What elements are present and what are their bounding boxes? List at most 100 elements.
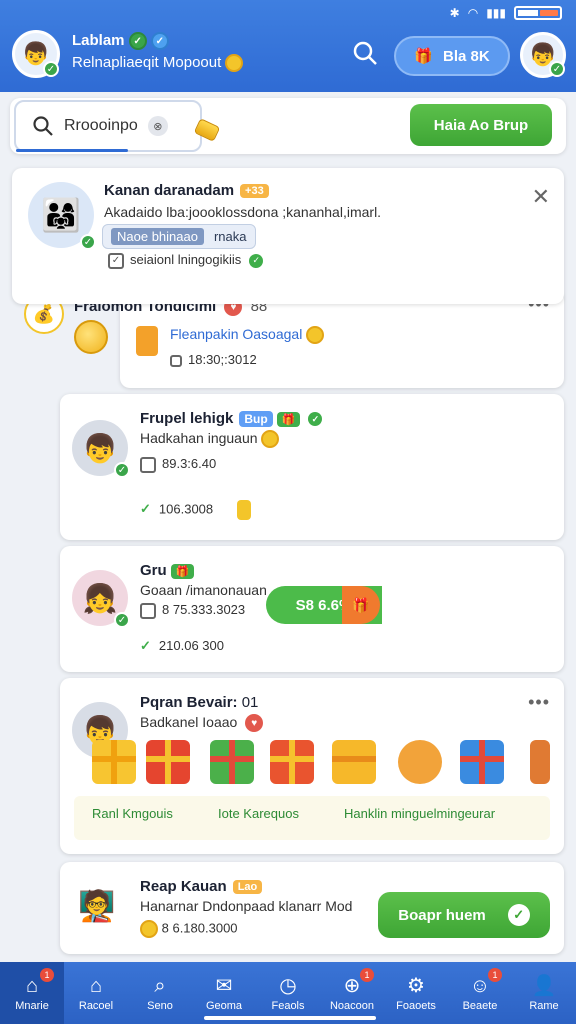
send-button[interactable]: Boapr huem ✓ [378, 892, 550, 938]
user-name: Lablam ✓ ✓ [72, 32, 169, 51]
chat-time: 89.3:6.40 [140, 456, 216, 473]
gift-box-icon[interactable] [270, 740, 314, 784]
home-indicator [204, 1016, 376, 1020]
gift-box-icon[interactable] [210, 740, 254, 784]
nav-label: Rame [529, 1000, 559, 1012]
user-subtitle: Relnapliaeqit Mopoout [72, 54, 244, 73]
coin-icon [261, 430, 280, 449]
search-underline [16, 149, 128, 152]
notification-badge: 1 [40, 968, 54, 982]
clear-icon[interactable]: ⊗ [147, 116, 168, 136]
nav-label: Foaoets [396, 1000, 436, 1012]
notification-badge: 1 [360, 968, 374, 982]
search-icon[interactable] [352, 40, 382, 70]
verified-icon: ✓ [114, 462, 130, 478]
chat-preview: Hanarnar Dndonpaad klanarr Mod [140, 898, 353, 914]
nav-home[interactable]: ⌂ Mnarie 1 [0, 962, 64, 1024]
chat-card[interactable]: 🧑‍🏫 Reap Kauan Lao Hanarnar Dndonpaad kla… [60, 862, 564, 954]
heart-icon: ♥ [245, 714, 264, 733]
calendar-icon [170, 354, 182, 367]
chat-preview: Akadaido lba:joooklossdona ;kananhal,ima… [104, 204, 382, 220]
more-icon[interactable]: ••• [528, 692, 550, 713]
gift-box-icon[interactable] [146, 740, 190, 784]
gift-card[interactable]: 👦 Pqran Bevair: 01 ••• Badkanel Ioaao ♥ … [60, 678, 564, 854]
folder-icon: ⌂ [89, 975, 103, 997]
nav-label: Mnarie [15, 1000, 49, 1012]
phone-icon [136, 326, 158, 356]
nav-settings[interactable]: ⚙ Foaoets [384, 962, 448, 1024]
contact-avatar[interactable]: 🧑‍🏫 [72, 878, 122, 934]
verified-icon: ✓ [43, 61, 59, 77]
treasure-icon[interactable] [332, 740, 376, 784]
checkbox-icon[interactable]: ✓ [108, 252, 124, 269]
status-chip[interactable]: Naoe bhinaao rnaka [102, 224, 256, 249]
contact-avatar[interactable]: 👦 ✓ [72, 420, 130, 478]
search-input[interactable]: Rroooinpo ⊗ [14, 100, 202, 152]
check-icon: ✓ [308, 412, 323, 427]
chat-preview: Hadkahan inguaun [140, 430, 280, 449]
nav-compass[interactable]: ◷ Feaols [256, 962, 320, 1024]
battery-icon [514, 6, 562, 20]
check-icon: ✓ [507, 904, 530, 926]
gift-tag-icon: 🎁 [170, 563, 195, 579]
globe-icon: ⊕ [343, 975, 361, 997]
chat-link[interactable]: Fleanpakin Oasoagal [170, 326, 325, 345]
gift-balance-button[interactable]: 🎁 Bla 8K [394, 36, 510, 76]
status-chip-text: rnaka [213, 229, 247, 244]
check-icon: ✓ [140, 501, 151, 517]
chip-line: ✓ seiaionl lningogikiis ✓ [108, 252, 264, 269]
notification-badge: 1 [488, 968, 502, 982]
gift-box-icon[interactable] [460, 740, 504, 784]
nav-folder[interactable]: ⌂ Racoel [64, 962, 128, 1024]
tag-badge: +33 [240, 184, 269, 199]
gift-label: Ranl Kmgouis [92, 806, 173, 821]
nav-search[interactable]: ⌕ Seno [128, 962, 192, 1024]
coin-icon [236, 500, 251, 520]
phone-icon [140, 602, 156, 619]
bluetooth-icon: ✱ [449, 6, 460, 20]
search-placeholder: Rroooinpo [64, 117, 138, 134]
user-avatar[interactable]: 👦 ✓ [12, 30, 60, 78]
coin-amount: ✓ 106.3008 [140, 500, 251, 520]
nav-smile[interactable]: ☺ Beaete 1 [448, 962, 512, 1024]
chat-preview: Goaan /imanonauan [140, 582, 267, 598]
coin-icon [306, 326, 325, 345]
status-bar: ✱ ◠ ▮▮▮ [450, 6, 562, 20]
nav-profile[interactable]: 👤 Rame [512, 962, 576, 1024]
tag-badge: Bup [239, 411, 273, 428]
add-group-button[interactable]: Haia Ao Brup [410, 104, 552, 146]
group-avatar[interactable]: 👨‍👩‍👧 ✓ [28, 182, 96, 250]
wifi-icon: ◠ [467, 6, 479, 20]
gift-tag-icon: 🎁 [276, 411, 301, 427]
home-icon: ⌂ [25, 975, 39, 997]
nav-globe[interactable]: ⊕ Noacoon 1 [320, 962, 384, 1024]
friend-avatar[interactable]: 👦 ✓ [520, 32, 566, 78]
avatar-face-icon: 🧑‍🏫 [78, 889, 116, 923]
coin-icon [140, 920, 158, 938]
chat-title: Pqran Bevair: 01 [140, 694, 259, 711]
phone-number: 8 6.180.3000 [140, 920, 238, 938]
mail-icon: ✉ [215, 975, 233, 997]
chat-title: Gru 🎁 [140, 562, 195, 579]
chat-card[interactable]: 👦 ✓ Frupel lehigk Bup 🎁 ✓ Hadkahan inguaun … [60, 394, 564, 540]
nav-label: Feaols [271, 1000, 305, 1012]
close-icon[interactable]: ✕ [532, 184, 550, 210]
verified-badge-icon: ✓ [128, 32, 147, 51]
chat-title: Frupel lehigk Bup 🎁 ✓ [140, 410, 323, 428]
nav-label: Beaete [462, 1000, 498, 1012]
nav-label: Seno [147, 1000, 173, 1012]
check-icon: ✓ [249, 253, 264, 268]
nav-mail[interactable]: ✉ Geoma [192, 962, 256, 1024]
gift-box-icon[interactable] [92, 740, 136, 784]
smile-icon: ☺ [469, 975, 491, 997]
bottom-nav: ⌂ Mnarie 1 ⌂ Racoel ⌕ Seno ✉ Geoma ◷ Fea… [0, 962, 576, 1024]
gift-pill-icon[interactable]: 🎁 [342, 586, 380, 624]
tag-badge: Lao [232, 880, 263, 895]
mascot-icon[interactable] [398, 740, 442, 784]
search-icon [33, 116, 53, 136]
chat-card[interactable]: 👧 ✓ Gru 🎁 Goaan /imanonauan 8 75.333.3023… [60, 546, 564, 672]
contact-avatar[interactable]: 👧 ✓ [72, 570, 130, 628]
gift-box-icon[interactable] [530, 740, 550, 784]
chat-card[interactable]: Fralomon Tondiciml ♥ 88 ••• Fleanpakin O… [74, 290, 564, 388]
chat-card[interactable]: 👨‍👩‍👧 ✓ Kanan daranadam +33 ✕ Akadaido lb… [12, 168, 564, 304]
